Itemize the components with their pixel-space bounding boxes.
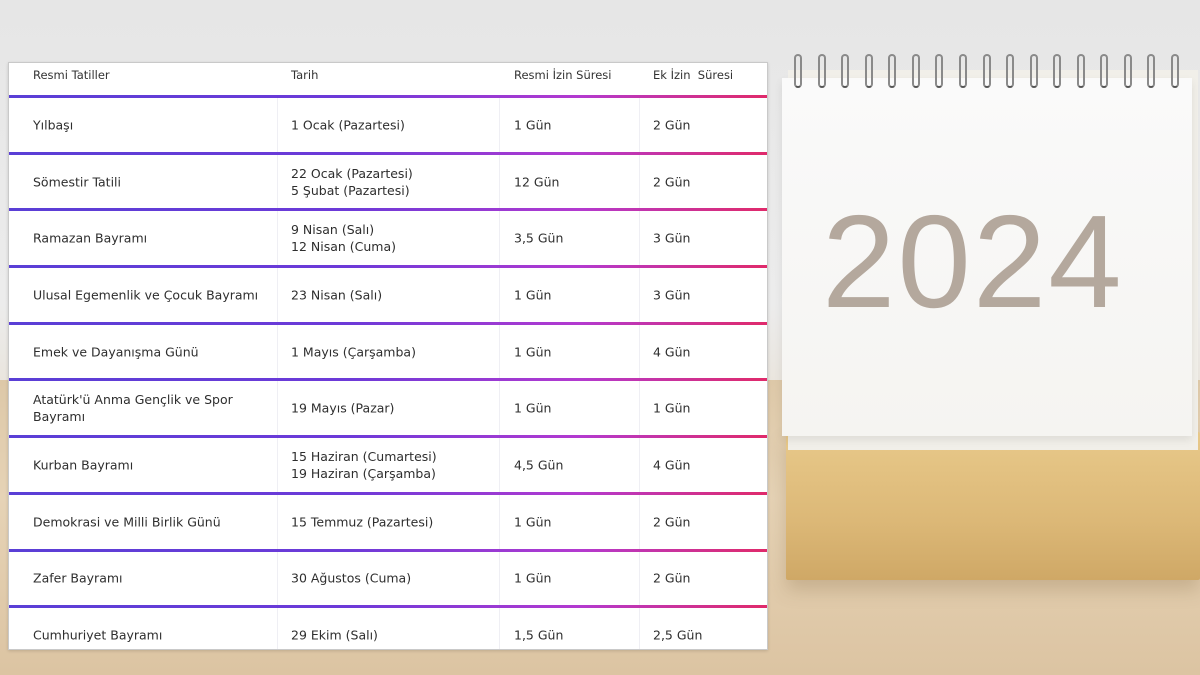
table-row: Demokrasi ve Milli Birlik Günü 15 Temmuz … xyxy=(9,491,767,549)
date-line: 15 Temmuz (Pazartesi) xyxy=(291,514,434,530)
table-row: Yılbaşı 1 Ocak (Pazartesi) 1 Gün 2 Gün xyxy=(9,95,767,152)
official-leave-duration: 4,5 Gün xyxy=(514,457,564,473)
date-line: 1 Mayıs (Çarşamba) xyxy=(291,344,416,360)
date-line: 19 Mayıs (Pazar) xyxy=(291,400,395,416)
official-leave-duration: 1,5 Gün xyxy=(514,627,564,643)
binding-ring-icon xyxy=(794,54,802,88)
date-line: 9 Nisan (Salı) xyxy=(291,222,375,238)
header-holiday: Resmi Tatiller xyxy=(33,68,110,82)
holiday-name: Atatürk'ü Anma Gençlik ve Spor Bayramı xyxy=(33,392,233,425)
table-row: Cumhuriyet Bayramı 29 Ekim (Salı) 1,5 Gün 2… xyxy=(9,605,767,662)
holiday-date: 30 Ağustos (Cuma) xyxy=(291,570,501,587)
holiday-date: 29 Ekim (Salı) xyxy=(291,627,501,644)
extra-leave-duration: 2,5 Gün xyxy=(653,627,703,643)
extra-leave-duration: 2 Gün xyxy=(653,514,691,530)
holiday-name: Emek ve Dayanışma Günü xyxy=(33,344,199,360)
binding-ring-icon xyxy=(1171,54,1179,88)
date-line: 30 Ağustos (Cuma) xyxy=(291,570,412,586)
official-leave-duration: 1 Gün xyxy=(514,344,552,360)
binding-ring-icon xyxy=(1053,54,1062,88)
binding-ring-icon xyxy=(1006,54,1015,88)
extra-leave-duration: 4 Gün xyxy=(653,457,691,473)
table-row: Ulusal Egemenlik ve Çocuk Bayramı 23 Nisa… xyxy=(9,265,767,322)
extra-leave-duration: 3 Gün xyxy=(653,230,691,246)
official-leave-duration: 1 Gün xyxy=(514,400,552,416)
date-line: 22 Ocak (Pazartesi) xyxy=(291,165,413,181)
table-row: Atatürk'ü Anma Gençlik ve Spor Bayramı 19… xyxy=(9,378,767,436)
official-leave-duration: 1 Gün xyxy=(514,287,552,303)
holiday-name: Kurban Bayramı xyxy=(33,457,134,473)
extra-leave-duration: 2 Gün xyxy=(653,174,691,190)
binding-ring-icon xyxy=(888,54,897,88)
binding-ring-icon xyxy=(1029,54,1038,88)
header-extra-leave: Ek İzin Süresi xyxy=(653,68,734,82)
calendar-spiral-binding xyxy=(794,54,1179,94)
extra-leave-duration: 4 Gün xyxy=(653,344,691,360)
table-row: Kurban Bayramı 15 Haziran (Cumartesi) 19 H… xyxy=(9,435,767,492)
extra-leave-duration: 2 Gün xyxy=(653,117,691,133)
holiday-table: Resmi Tatiller Tarih Resmi İzin Süresi E… xyxy=(8,62,768,662)
calendar-stand xyxy=(786,432,1200,580)
holiday-date: 19 Mayıs (Pazar) xyxy=(291,400,501,417)
date-line: 5 Şubat (Pazartesi) xyxy=(291,182,410,198)
holiday-date: 1 Mayıs (Çarşamba) xyxy=(291,343,501,360)
holiday-date: 22 Ocak (Pazartesi) 5 Şubat (Pazartesi) xyxy=(291,165,501,199)
table-row: Zafer Bayramı 30 Ağustos (Cuma) 1 Gün 2 Gün xyxy=(9,548,767,606)
date-line: 29 Ekim (Salı) xyxy=(291,627,378,643)
binding-ring-icon xyxy=(958,54,967,88)
official-leave-duration: 1 Gün xyxy=(514,117,552,133)
table-row: Emek ve Dayanışma Günü 1 Mayıs (Çarşamba)… xyxy=(9,321,767,379)
date-line: 23 Nisan (Salı) xyxy=(291,287,383,303)
date-line: 1 Ocak (Pazartesi) xyxy=(291,117,405,133)
official-leave-duration: 3,5 Gün xyxy=(514,230,564,246)
binding-ring-icon xyxy=(1076,54,1085,88)
official-leave-duration: 12 Gün xyxy=(514,174,560,190)
holiday-name: Demokrasi ve Milli Birlik Günü xyxy=(33,514,221,530)
binding-ring-icon xyxy=(1147,54,1156,88)
holiday-date: 23 Nisan (Salı) xyxy=(291,286,501,303)
extra-leave-duration: 3 Gün xyxy=(653,287,691,303)
binding-ring-icon xyxy=(841,54,850,88)
official-leave-duration: 1 Gün xyxy=(514,570,552,586)
date-line: 12 Nisan (Cuma) xyxy=(291,239,397,255)
holiday-date: 1 Ocak (Pazartesi) xyxy=(291,116,501,133)
binding-ring-icon xyxy=(817,54,826,88)
calendar-year: 2024 xyxy=(822,188,1124,335)
date-line: 19 Haziran (Çarşamba) xyxy=(291,465,436,481)
binding-ring-icon xyxy=(1100,54,1109,88)
official-leave-duration: 1 Gün xyxy=(514,514,552,530)
holiday-name: Cumhuriyet Bayramı xyxy=(33,627,163,643)
date-line: 15 Haziran (Cumartesi) xyxy=(291,448,437,464)
table-header: Resmi Tatiller Tarih Resmi İzin Süresi E… xyxy=(9,63,767,95)
holiday-date: 15 Temmuz (Pazartesi) xyxy=(291,513,501,530)
header-date: Tarih xyxy=(291,68,319,82)
table-body: Yılbaşı 1 Ocak (Pazartesi) 1 Gün 2 Gün Sömes… xyxy=(9,95,767,662)
calendar-page: 2024 xyxy=(782,78,1192,436)
holiday-name: Sömestir Tatili xyxy=(33,174,121,190)
table-row: Sömestir Tatili 22 Ocak (Pazartesi) 5 Şuba… xyxy=(9,151,767,209)
binding-ring-icon xyxy=(911,54,920,88)
holiday-name: Zafer Bayramı xyxy=(33,570,123,586)
binding-ring-icon xyxy=(982,54,991,88)
holiday-date: 9 Nisan (Salı) 12 Nisan (Cuma) xyxy=(291,221,501,255)
desk-calendar: 2024 xyxy=(780,54,1200,580)
extra-leave-duration: 2 Gün xyxy=(653,570,691,586)
header-official-leave: Resmi İzin Süresi xyxy=(514,68,612,82)
binding-ring-icon xyxy=(864,54,873,88)
holiday-date: 15 Haziran (Cumartesi) 19 Haziran (Çarşam… xyxy=(291,448,501,482)
binding-ring-icon xyxy=(1123,54,1132,88)
holiday-name: Ramazan Bayramı xyxy=(33,230,148,246)
extra-leave-duration: 1 Gün xyxy=(653,400,691,416)
binding-ring-icon xyxy=(935,54,944,88)
table-row: Ramazan Bayramı 9 Nisan (Salı) 12 Nisan (C… xyxy=(9,208,767,266)
holiday-name: Ulusal Egemenlik ve Çocuk Bayramı xyxy=(33,287,259,303)
holiday-name: Yılbaşı xyxy=(33,117,74,133)
